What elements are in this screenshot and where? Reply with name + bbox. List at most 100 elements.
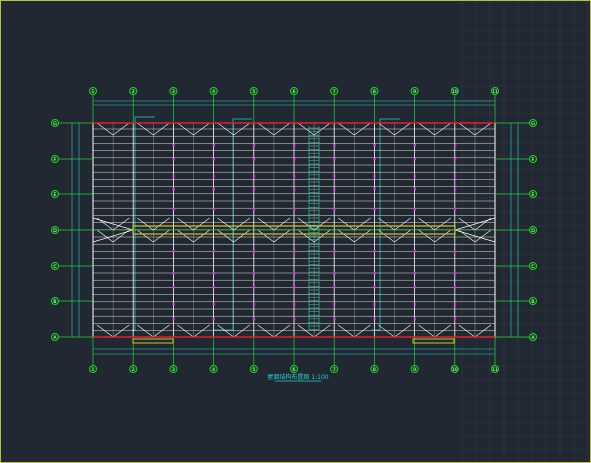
bracing-mark	[453, 175, 457, 178]
bracing-mark	[212, 272, 215, 275]
column-axis-top-5: 5	[249, 86, 258, 96]
axis-label: 10	[452, 367, 458, 373]
bracing-line	[313, 324, 331, 338]
bracing-line	[137, 229, 154, 243]
row-axis-left-F: F	[50, 154, 60, 164]
bracing-mark	[172, 144, 175, 147]
column-axis-top-8: 8	[370, 86, 379, 96]
row-axis-right-F: F	[528, 154, 538, 164]
bracing-line	[354, 229, 371, 243]
bracing-mark	[293, 188, 296, 191]
column-axis-top-6: 6	[289, 86, 299, 96]
bracing-mark	[413, 303, 416, 306]
axis-label: 6	[293, 89, 296, 95]
bracing-mark	[333, 303, 336, 306]
bracing-mark	[453, 303, 457, 306]
bracing-mark	[252, 318, 256, 321]
bracing-mark	[293, 286, 296, 289]
axis-label: D	[53, 228, 57, 234]
bracing-line	[338, 324, 355, 338]
bracing-line	[217, 217, 234, 231]
bracing-mark	[293, 208, 296, 211]
door-opening	[412, 338, 455, 344]
bracing-mark	[453, 272, 457, 275]
bracing-mark	[212, 250, 215, 253]
row-axis-right-C: C	[528, 261, 538, 271]
column-axis-bottom-2: 2	[129, 364, 138, 374]
axis-label: C	[53, 264, 56, 270]
bracing-line	[418, 324, 435, 338]
bracing-mark	[252, 158, 256, 161]
column-axis-bottom-6: 6	[289, 364, 299, 374]
row-axis-left-B: B	[50, 296, 60, 306]
column-axis-bottom-5: 5	[249, 364, 258, 374]
bracing-line	[273, 324, 291, 338]
bracing-mark	[172, 286, 175, 289]
bracing-line	[217, 229, 234, 243]
bracing-mark	[172, 188, 175, 191]
axis-label: 11	[492, 367, 498, 373]
axis-label: G	[531, 121, 535, 127]
bracing-line	[394, 229, 411, 243]
bracing-line	[177, 229, 194, 243]
bracing-line	[434, 229, 451, 243]
bracing-line	[418, 217, 435, 231]
bracing-mark	[212, 286, 215, 289]
axis-label: 3	[172, 367, 175, 373]
column-axis-bottom-1: 1	[88, 364, 98, 374]
bracing-mark	[373, 188, 376, 191]
row-axis-right-B: B	[528, 296, 538, 306]
axis-label: 7	[333, 367, 336, 373]
bracing-mark	[413, 286, 416, 289]
bracing-mark	[252, 144, 256, 147]
drawing-canvas[interactable]: 11223344556677889910101111 G GF FE ED DC CB BA…	[0, 0, 591, 463]
bracing-line	[193, 324, 210, 338]
bracing-line	[434, 217, 451, 231]
cad-viewport[interactable]: 1 1 2 2 3 3 4 4 5 5 6 6 7 7 8 8 9 9 10 10 11 11 GGFFEEDDCCBBA…	[0, 0, 591, 463]
axis-label: F	[532, 157, 535, 163]
bracing-mark	[293, 144, 296, 147]
axis-label: B	[531, 299, 534, 305]
bracing-mark	[293, 158, 296, 161]
bracing-mark	[453, 250, 457, 253]
row-axis-left-D: D	[50, 225, 60, 235]
bracing-line	[273, 229, 291, 243]
bracing-mark	[453, 144, 457, 147]
bracing-mark	[413, 175, 416, 178]
bracing-mark	[373, 158, 376, 161]
column-axis-top-3: 3	[169, 86, 178, 96]
axis-label: 3	[172, 89, 175, 95]
bracing-mark	[453, 318, 457, 321]
axis-label: 1	[92, 367, 95, 373]
drawing-title-text: 屋面结构布置图 1:100	[267, 373, 328, 381]
row-axis-right-E: E	[528, 189, 538, 199]
bracing-mark	[252, 208, 256, 211]
bracing-mark	[333, 272, 336, 275]
bracing-mark	[172, 208, 175, 211]
bracing-mark	[413, 144, 416, 147]
row-axis-right-D: D	[528, 225, 538, 235]
bracing-line	[137, 324, 154, 338]
bracing-mark	[333, 318, 336, 321]
axis-label: 5	[252, 89, 255, 95]
bracing-line	[112, 324, 130, 338]
row-axis-left-A: A	[50, 332, 60, 342]
bracing-mark	[453, 158, 457, 161]
bracing-line	[96, 324, 114, 338]
bracing-mark	[212, 175, 215, 178]
bracing-mark	[252, 286, 256, 289]
axis-label: B	[53, 299, 56, 305]
axis-label: 2	[132, 89, 135, 95]
background-grid	[461, 1, 589, 461]
row-axis-left-C: C	[50, 261, 60, 271]
bracing-line	[273, 217, 291, 231]
axis-label: 10	[452, 89, 458, 95]
bracing-line	[378, 217, 395, 231]
bracing-mark	[172, 318, 175, 321]
bracing-line	[354, 324, 371, 338]
bracing-line	[153, 324, 170, 338]
bracing-line	[474, 324, 492, 338]
bracing-mark	[373, 272, 376, 275]
axis-label: 9	[413, 89, 416, 95]
bracing-mark	[373, 144, 376, 147]
